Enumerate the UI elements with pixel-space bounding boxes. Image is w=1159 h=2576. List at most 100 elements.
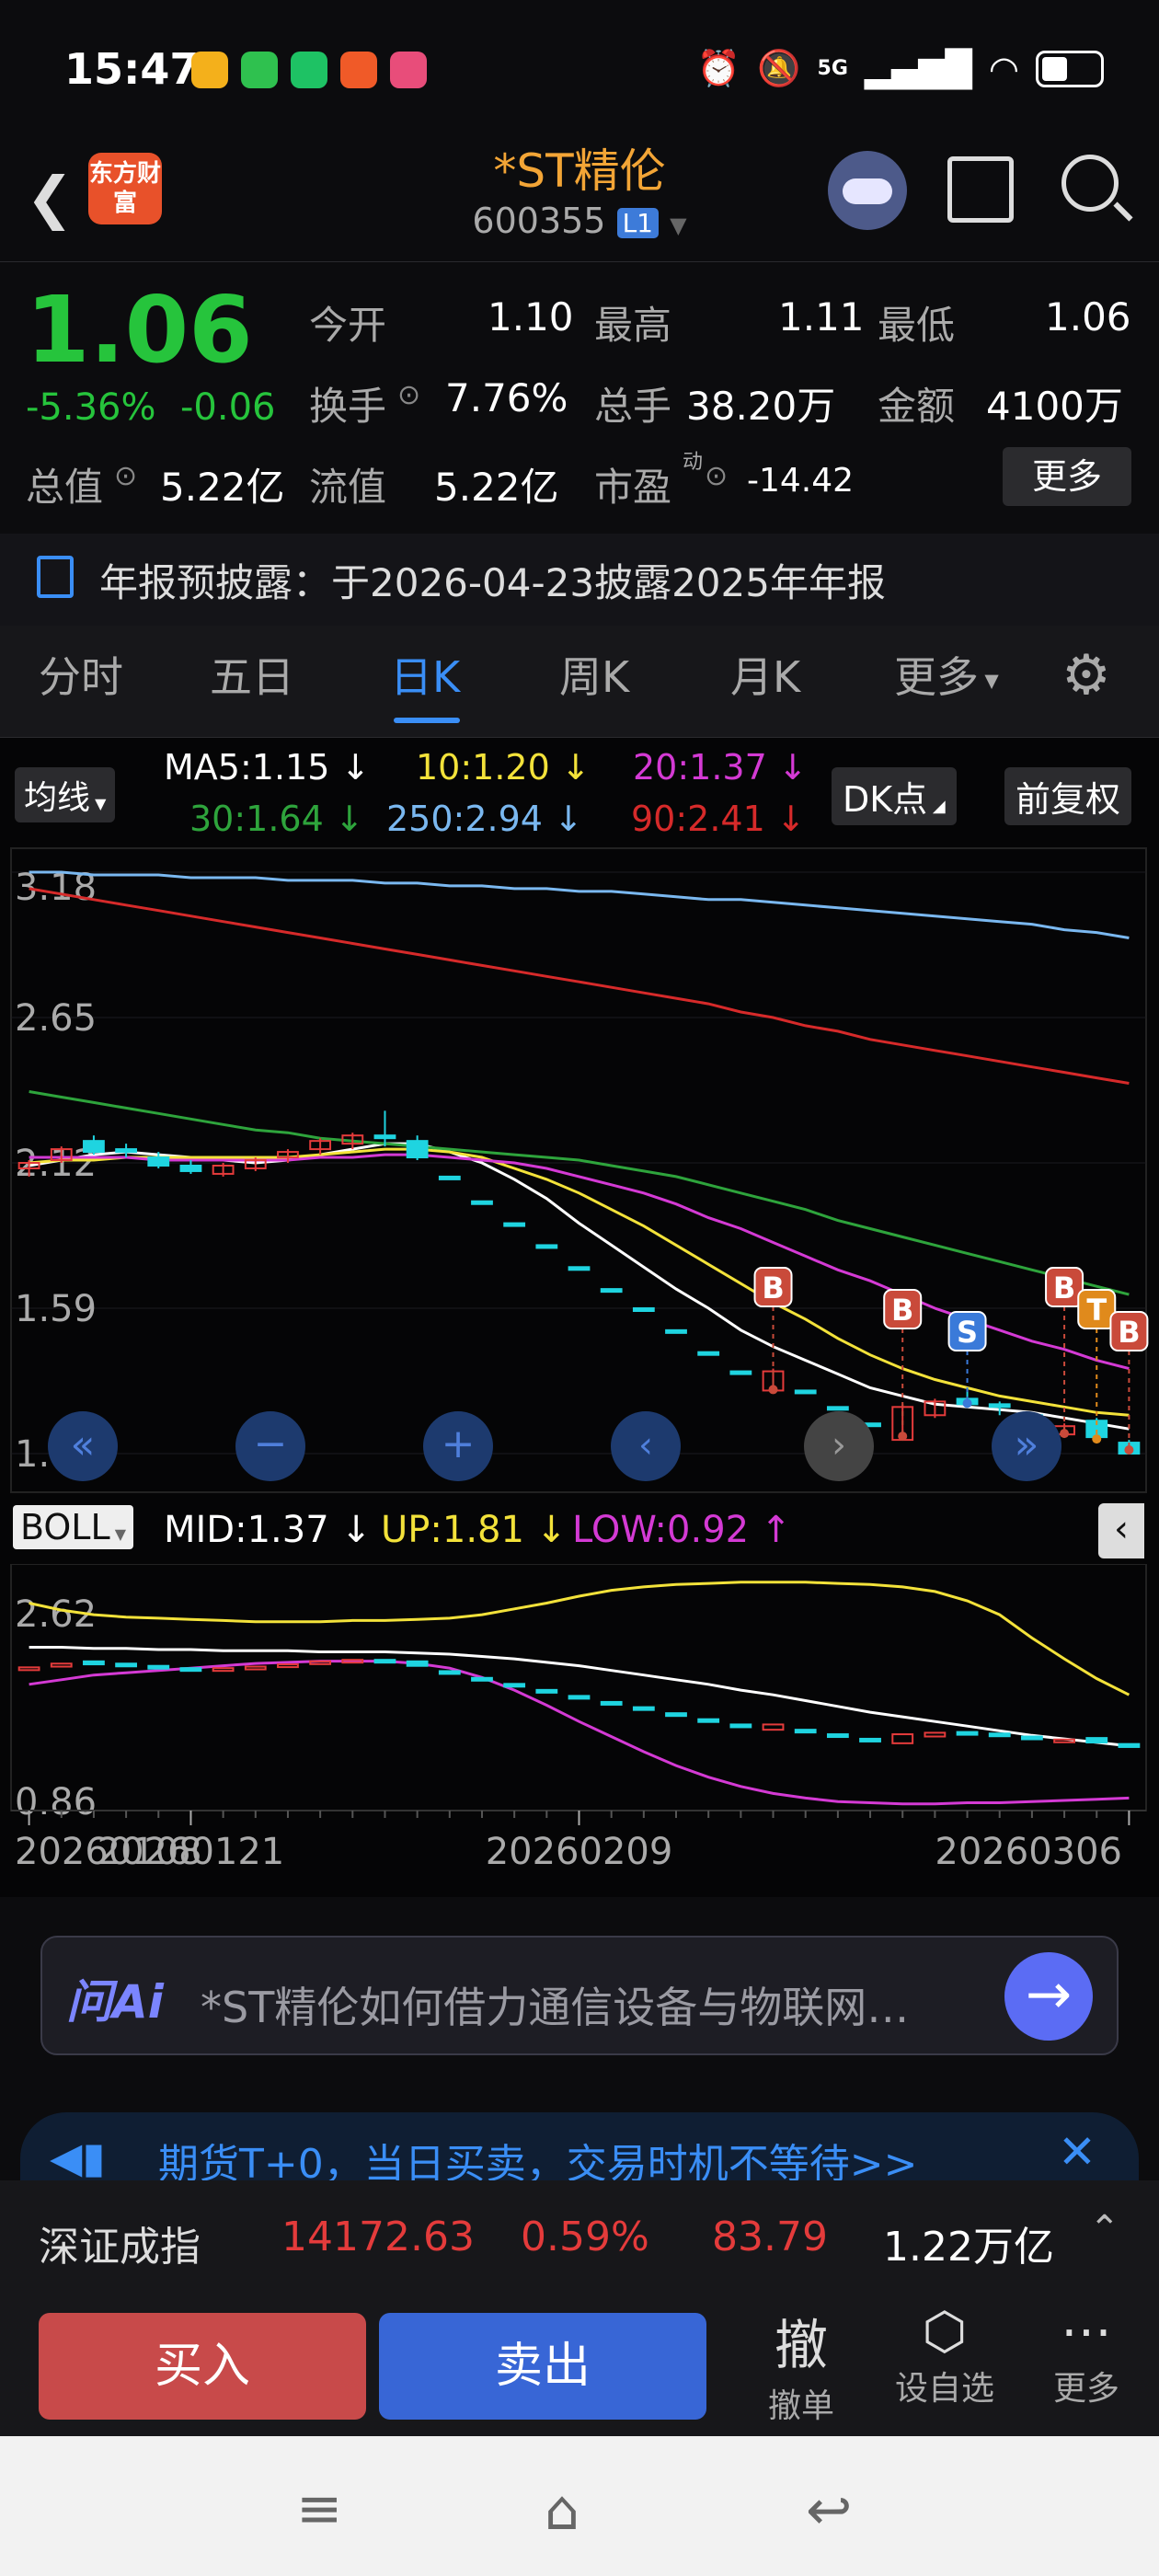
x-tick-label: 20260306 [935,1831,1122,1873]
boll-candle [50,1662,73,1668]
open-value: 1.10 [488,294,574,339]
dk-point-button[interactable]: DK点 ◢ [832,767,957,825]
boll-candle [535,1688,558,1694]
signal-icon: ▂▄▆█ [864,48,972,89]
close-icon[interactable]: ✕ [1058,2125,1096,2179]
scroll-left-fast-button[interactable]: « [48,1411,118,1481]
level-badge: L1 [616,208,659,238]
index-pct: 0.59% [521,2214,649,2260]
sell-button[interactable]: 卖出 [379,2313,706,2420]
more-label: 更多 [1052,2370,1119,2408]
change-percent: -5.36% [26,386,156,429]
boll-candle [373,1659,396,1664]
boll-selector-label: BOLL [20,1507,110,1547]
boll-candle [600,1700,623,1706]
candle-body [826,1406,849,1411]
chevron-up-icon[interactable]: ⌃ [1089,2208,1120,2250]
settings-gear-icon[interactable]: ⚙ [1061,648,1111,703]
home-icon[interactable]: ⌂ [545,2478,580,2543]
assistant-robot-icon[interactable] [828,151,907,230]
adjust-button[interactable]: 前复权 [1004,767,1132,825]
boll-candle [956,1731,979,1736]
boll-mid-legend: MID:1.37 ↓ [164,1509,372,1551]
more-button[interactable]: ⋯ 更多 [1045,2302,1128,2409]
tab-more-label: 更多 [894,652,979,702]
tab-5day[interactable]: 五日 [210,644,294,705]
candle-body [600,1288,623,1294]
ai-question-text[interactable]: *ST精伦如何借力通信设备与物联网… [201,1974,909,2035]
open-label: 今开 [309,303,387,348]
candle-body [794,1389,817,1395]
tab-weekly-k[interactable]: 周K [559,644,629,705]
amount-label: 金额 [878,384,956,429]
stock-code: 600355 [472,201,606,241]
kline-chart[interactable]: 3.182.652.121.591.06BBSBTB [0,846,1159,1500]
y-tick-label: 2.65 [15,997,97,1040]
info-icon[interactable]: ⊙ [397,379,420,411]
scroll-right-button[interactable]: › [804,1411,874,1481]
caret-down-icon: ▼ [979,669,999,692]
signal-dot [768,1385,778,1395]
boll-candle [1085,1737,1108,1744]
turnover-value: 7.76% [445,375,568,420]
document-icon [37,556,74,598]
ellipsis-icon: ⋯ [1061,2302,1112,2362]
tab-more[interactable]: 更多 ▼ [894,644,999,705]
mute-icon: 🔕 [757,48,801,88]
mktcap-label: 总值 [26,465,104,510]
index-amount: 1.22万亿 [883,2224,1054,2271]
tab-daily-k[interactable]: 日K [390,644,460,705]
x-tick-label: 20260121 [98,1831,285,1873]
boll-frame [10,1564,1147,1811]
ma30-legend: 30:1.64 ↓ [189,799,364,839]
boll-candle [406,1660,429,1667]
tab-monthly-k[interactable]: 月K [730,644,800,705]
wifi-icon: ◠ [988,48,1019,89]
boll-candle [277,1663,299,1669]
candle-body [471,1200,493,1205]
low-label: 最低 [878,303,956,348]
quote-more-button[interactable]: 更多 [1003,447,1131,506]
scroll-right-fast-button[interactable]: » [992,1411,1061,1481]
boll-candle [859,1737,881,1742]
battery-icon [1036,50,1104,87]
signal-s-label: S [957,1315,978,1350]
info-icon[interactable]: ⊙ [114,460,137,492]
buy-button[interactable]: 买入 [39,2313,366,2420]
boll-candle [665,1712,687,1718]
scroll-left-button[interactable]: ‹ [611,1411,681,1481]
boll-candle [632,1706,655,1711]
add-watchlist-button[interactable]: ⬡ 设自选 [885,2302,1004,2409]
candle-body [729,1370,752,1375]
boll-candle [503,1683,526,1688]
collapse-panel-button[interactable]: ‹ [1098,1503,1144,1558]
boll-candle [147,1664,170,1670]
zoom-out-button[interactable]: − [235,1411,305,1481]
boll-chart[interactable]: 2.620.862026010820260121 20260209 20260306 [0,1564,1159,1895]
info-icon[interactable]: ⊙ [705,460,728,492]
boll-candle [179,1667,202,1673]
watchlist-icon: ⬡ [922,2302,968,2362]
signal-dot [898,1432,908,1442]
menu-icon[interactable]: ≡ [296,2477,342,2541]
return-icon[interactable]: ↩ [806,2478,852,2543]
arrow-right-icon[interactable]: → [1004,1952,1093,2041]
share-icon[interactable] [947,156,1014,223]
boll-selector[interactable]: BOLL ▼ [13,1505,134,1549]
ai-logo: 问Ai [66,1975,164,2029]
ma5-legend: MA5:1.15 ↓ [164,747,371,788]
search-icon[interactable] [1061,155,1119,212]
change-value: -0.06 [180,386,276,429]
ma250-legend: 250:2.94 ↓ [386,799,583,839]
chevron-down-icon: ▼ [670,213,687,238]
tab-intraday[interactable]: 分时 [39,644,123,705]
boll-candle [924,1731,947,1738]
ma-line-ma250 [29,870,1130,939]
ma-selector[interactable]: 均线 ▼ [15,767,116,822]
cancel-order-button[interactable]: 撤 撤单 [760,2302,843,2427]
pe-superscript: 动 [683,451,704,474]
zoom-in-button[interactable]: + [423,1411,493,1481]
candle-body [665,1328,687,1334]
candle-body [83,1140,105,1154]
caret-down-icon: ▼ [109,1525,127,1543]
